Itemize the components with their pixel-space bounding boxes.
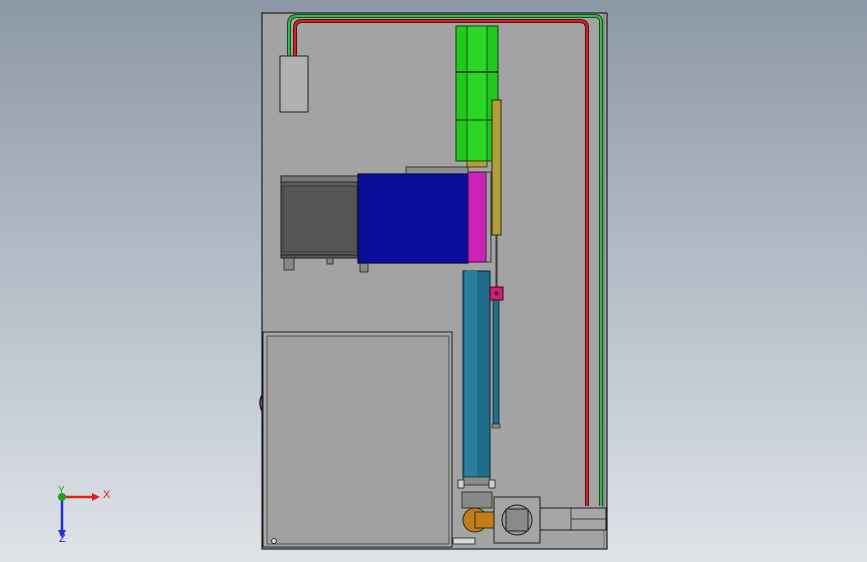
blue-block[interactable] bbox=[357, 166, 469, 264]
magenta-guide[interactable] bbox=[467, 171, 492, 263]
coordinate-triad: X Y Z bbox=[58, 485, 111, 545]
cad-viewport[interactable]: X Y Z bbox=[0, 0, 867, 562]
blue-cylinder[interactable] bbox=[457, 270, 496, 489]
axis-z-label: Z bbox=[59, 533, 66, 545]
motor-housing[interactable] bbox=[280, 175, 369, 273]
axis-y-label: Y bbox=[58, 485, 65, 496]
controller-box[interactable] bbox=[279, 55, 309, 113]
axis-x-label: X bbox=[103, 489, 111, 501]
grey-cabinet[interactable] bbox=[259, 331, 453, 548]
